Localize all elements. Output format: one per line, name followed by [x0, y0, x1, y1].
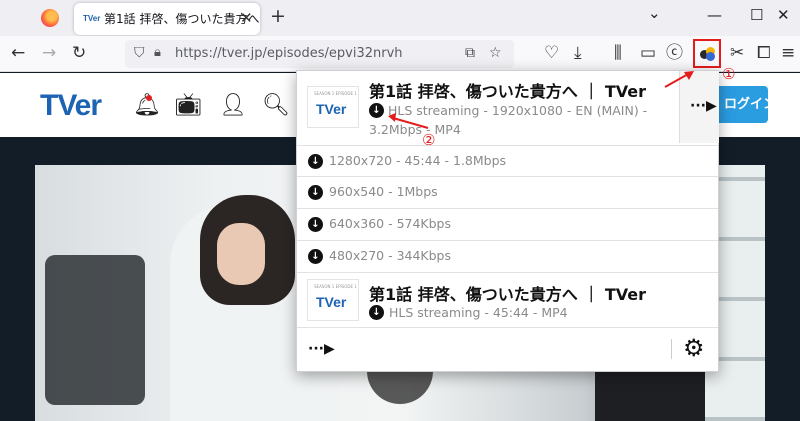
extensions-puzzle-icon[interactable]: ⧠	[757, 43, 771, 63]
more-options-button[interactable]: ···▶	[308, 341, 335, 357]
video-thumbnail: SEASON 1 EPISODE 1 TVer	[307, 279, 359, 321]
scissors-icon[interactable]: ✂	[730, 43, 744, 63]
video-format-info: HLS streaming - 1920x1080 - EN (MAIN) - …	[369, 103, 648, 137]
close-window-button[interactable]: ✕	[777, 6, 790, 24]
url-bar[interactable]: ⛉ 🔒︎ https://tver.jp/episodes/epvi32nrvh…	[125, 40, 514, 68]
variant-label: 1280x720 - 45:44 - 1.8Mbps	[329, 153, 507, 168]
variant-row[interactable]: ↓ 640x360 - 574Kbps	[297, 208, 718, 239]
minimize-button[interactable]: —	[707, 6, 722, 24]
shield-icon[interactable]: ⛉	[134, 45, 145, 61]
menu-icon[interactable]: ≡	[781, 43, 795, 63]
annotation-step-1: ①	[722, 65, 736, 83]
more-actions-button[interactable]: ···▶	[679, 71, 719, 143]
variant-row[interactable]: ↓ 960x540 - 1Mbps	[297, 176, 718, 207]
thumbnail-logo: TVer	[316, 294, 347, 310]
new-tab-button[interactable]: +	[270, 5, 286, 27]
back-icon[interactable]: ←	[11, 43, 25, 63]
footer-separator	[671, 339, 672, 359]
video-downloader-popup: SEASON 1 EPISODE 1 TVer 第1話 拝啓、傷ついた貴方へ ｜…	[296, 70, 719, 372]
variant-label: 480x270 - 344Kbps	[329, 248, 452, 263]
download-icon[interactable]: ↓	[308, 154, 323, 169]
annotation-step-2: ②	[422, 131, 436, 149]
downloads-icon[interactable]: ⤓	[574, 43, 582, 63]
lock-icon[interactable]: 🔒︎	[154, 45, 161, 60]
main-video-item[interactable]: SEASON 1 EPISODE 1 TVer 第1話 拝啓、傷ついた貴方へ ｜…	[297, 71, 679, 143]
pocket-icon[interactable]: ♡	[544, 43, 559, 63]
variant-label: 960x540 - 1Mbps	[329, 184, 438, 199]
variant-row[interactable]: ↓ 480x270 - 344Kbps	[297, 240, 718, 271]
popup-footer-divider	[297, 327, 718, 328]
download-icon[interactable]: ↓	[369, 305, 384, 320]
tver-favicon-icon: TVer	[83, 14, 101, 23]
library-icon[interactable]: ⫼	[614, 43, 622, 63]
video-format-info: HLS streaming - 45:44 - MP4	[389, 305, 568, 320]
maximize-button[interactable]: ☐	[750, 6, 763, 24]
download-icon[interactable]: ↓	[308, 249, 323, 264]
firefox-icon[interactable]	[41, 9, 59, 27]
variant-row[interactable]: ↓ 1280x720 - 45:44 - 1.8Mbps	[297, 145, 718, 176]
tver-logo[interactable]: TVer	[40, 89, 102, 123]
variant-label: 640x360 - 574Kbps	[329, 216, 452, 231]
sidebar-icon[interactable]: ▭	[640, 43, 656, 63]
download-icon[interactable]: ↓	[308, 217, 323, 232]
video-title: 第1話 拝啓、傷ついた貴方へ ｜ TVer	[369, 285, 647, 304]
tv-icon[interactable]: 📺︎	[174, 93, 202, 118]
browser-tab[interactable]: TVer 第1話 拝啓、傷ついた貴方へ ✕	[74, 3, 260, 35]
extension-c-icon[interactable]: ⓒ	[666, 43, 683, 63]
user-icon[interactable]: 👤︎	[219, 93, 247, 118]
reload-icon[interactable]: ↻	[72, 43, 86, 63]
navigation-bar: ← → ↻ ⛉ 🔒︎ https://tver.jp/episodes/epvi…	[0, 36, 800, 72]
video-title: 第1話 拝啓、傷ついた貴方へ ｜ TVer	[369, 82, 647, 101]
video-downloader-icon	[700, 47, 716, 61]
video-thumbnail: SEASON 1 EPISODE 1 TVer	[307, 86, 359, 128]
bookmark-star-icon[interactable]: ☆	[489, 45, 502, 61]
forward-icon[interactable]: →	[42, 43, 56, 63]
gear-icon[interactable]: ⚙	[683, 334, 705, 362]
download-icon[interactable]: ↓	[308, 185, 323, 200]
tab-bar: TVer 第1話 拝啓、傷ついた貴方へ ✕ + ⌄ — ☐ ✕	[0, 0, 800, 36]
tab-list-icon[interactable]: ⌄	[648, 4, 661, 22]
tab-close-icon[interactable]: ✕	[240, 9, 253, 27]
tab-title: 第1話 拝啓、傷ついた貴方へ	[104, 12, 260, 26]
search-icon[interactable]: 🔍︎	[262, 93, 290, 118]
second-video-item[interactable]: SEASON 1 EPISODE 1 TVer 第1話 拝啓、傷ついた貴方へ ｜…	[297, 272, 718, 327]
video-downloader-extension-button[interactable]	[693, 39, 721, 68]
picture-in-picture-icon[interactable]: ⧉	[465, 45, 475, 61]
thumbnail-logo: TVer	[316, 101, 347, 117]
url-text[interactable]: https://tver.jp/episodes/epvi32nrvh	[175, 46, 403, 61]
notification-dot	[146, 95, 152, 101]
